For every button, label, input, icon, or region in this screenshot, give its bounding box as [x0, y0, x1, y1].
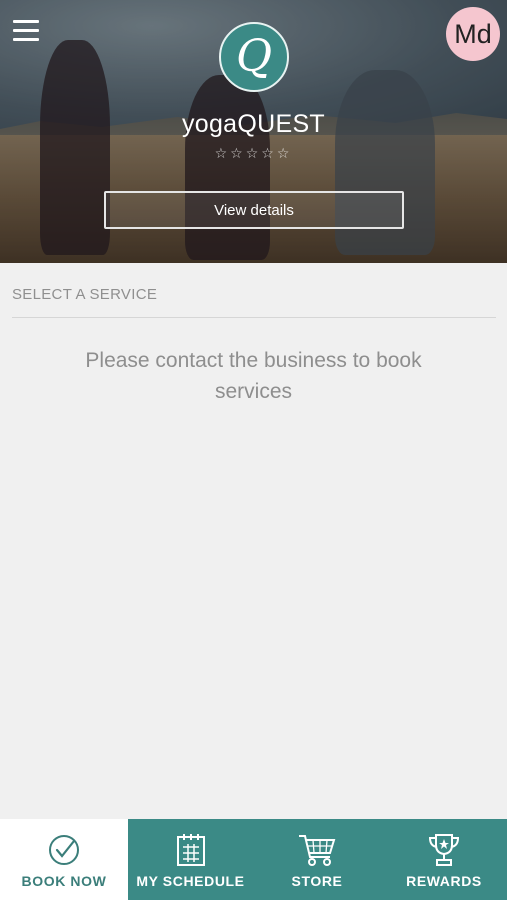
logo-letter: Q: [235, 31, 273, 82]
tab-book-now[interactable]: BOOK NOW: [0, 819, 128, 900]
hero-banner: Md Q yogaQUEST ☆☆☆☆☆ View details: [0, 0, 507, 263]
menu-button[interactable]: [13, 20, 39, 46]
business-logo: Q: [219, 22, 289, 92]
trophy-icon: [428, 833, 460, 867]
view-details-button[interactable]: View details: [104, 191, 404, 229]
tab-rewards[interactable]: REWARDS: [381, 819, 507, 900]
cart-icon: [298, 833, 336, 867]
avatar[interactable]: Md: [446, 7, 500, 61]
check-circle-icon: [48, 833, 80, 867]
tab-my-schedule[interactable]: MY SCHEDULE: [128, 819, 253, 900]
tab-label: REWARDS: [406, 873, 482, 889]
calendar-icon: [176, 833, 206, 867]
tab-label: BOOK NOW: [21, 873, 107, 889]
business-name: yogaQUEST: [181, 110, 326, 138]
tab-store[interactable]: STORE: [253, 819, 381, 900]
divider: [12, 317, 496, 318]
hamburger-icon: [13, 20, 39, 23]
tab-label: MY SCHEDULE: [136, 873, 245, 889]
tab-label: STORE: [291, 873, 343, 889]
star-rating: ☆☆☆☆☆: [214, 145, 293, 161]
empty-state-message: Please contact the business to book serv…: [85, 349, 422, 403]
bottom-tab-bar: BOOK NOW MY SCHEDULE STORE REWARDS: [0, 819, 507, 900]
section-title: SELECT A SERVICE: [12, 286, 158, 303]
